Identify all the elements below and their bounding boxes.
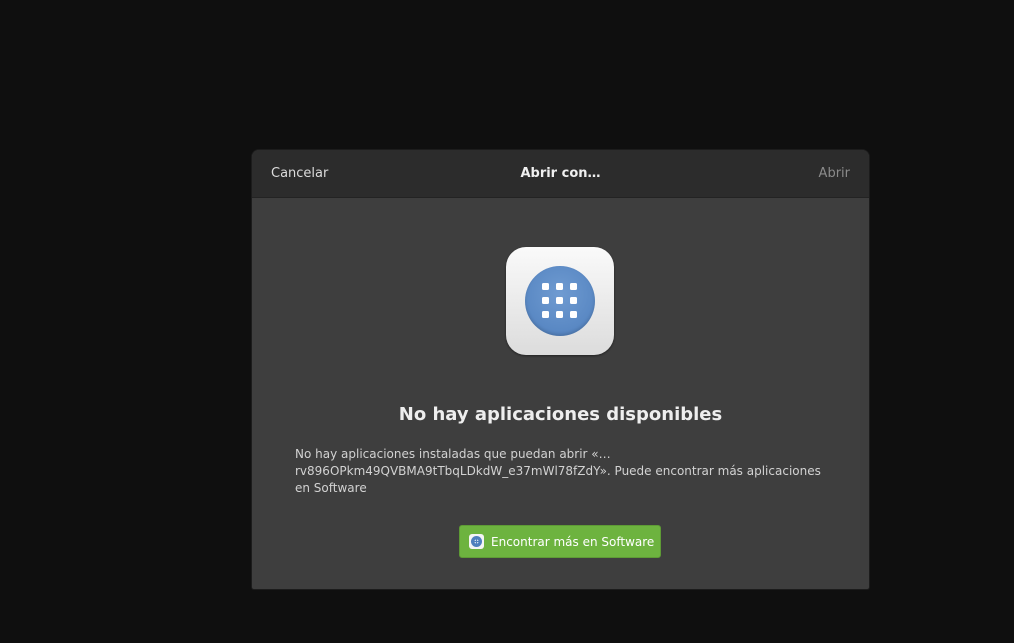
open-button[interactable]: Abrir: [800, 150, 869, 197]
find-in-software-label: Encontrar más en Software: [491, 534, 655, 549]
software-icon: [469, 534, 484, 549]
no-apps-message: No hay aplicaciones instaladas que pueda…: [295, 447, 821, 495]
no-apps-heading: No hay aplicaciones disponibles: [398, 404, 723, 425]
find-in-software-button[interactable]: Encontrar más en Software: [459, 525, 661, 558]
dialog-headerbar: Cancelar Abrir con… Abrir: [252, 150, 869, 198]
cancel-button[interactable]: Cancelar: [252, 150, 347, 197]
app-grid-circle: [525, 266, 595, 336]
app-grid-dots: [542, 283, 578, 319]
open-with-dialog: Cancelar Abrir con… Abrir No hay aplicac…: [252, 150, 869, 589]
app-grid-icon: [506, 247, 614, 355]
